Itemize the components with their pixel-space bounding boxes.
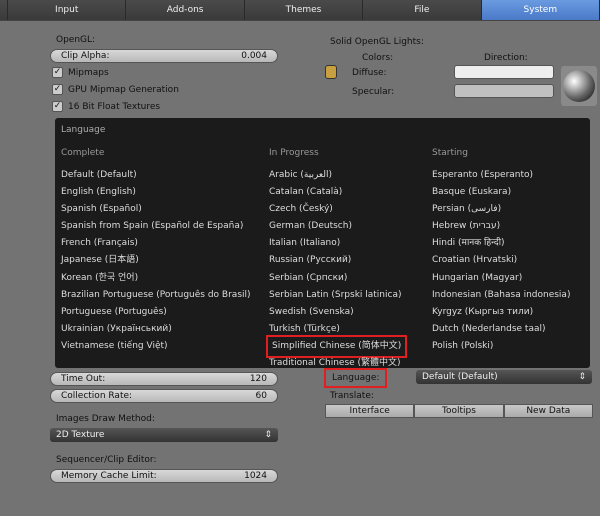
language-option[interactable]: Spanish from Spain (Español de España): [61, 218, 251, 235]
language-option[interactable]: Portuguese (Português): [61, 304, 251, 321]
language-option[interactable]: Kyrgyz (Кыргыз тили): [432, 304, 570, 321]
language-dropdown-menu: Language Complete Default (Default) Engli…: [55, 118, 590, 368]
language-option[interactable]: Brazilian Portuguese (Português do Brasi…: [61, 287, 251, 304]
interface-button[interactable]: Interface: [325, 404, 415, 418]
language-option[interactable]: Basque (Euskara): [432, 184, 570, 201]
images-draw-select[interactable]: 2D Texture ⇕: [50, 428, 278, 442]
specular-color-swatch[interactable]: [454, 84, 554, 98]
language-option[interactable]: English (English): [61, 184, 251, 201]
sequencer-label: Sequencer/Clip Editor:: [56, 455, 157, 465]
language-option[interactable]: Hindi (मानक हिन्दी): [432, 235, 570, 252]
new-data-button[interactable]: New Data: [503, 404, 593, 418]
language-option[interactable]: Simplified Chinese (简体中文): [265, 334, 408, 359]
clip-alpha-value: 0.004: [241, 51, 267, 61]
language-option[interactable]: Hungarian (Magyar): [432, 270, 570, 287]
checkbox-label: Mipmaps: [68, 67, 109, 78]
tab-input[interactable]: Input: [8, 0, 127, 20]
tab-addons[interactable]: Add-ons: [126, 0, 245, 20]
language-option[interactable]: Catalan (Català): [269, 184, 404, 201]
translate-buttons: Interface Tooltips New Data: [325, 404, 593, 418]
language-option[interactable]: Vietnamese (tiếng Việt): [61, 338, 251, 355]
diffuse-label: Diffuse:: [352, 68, 387, 78]
language-option[interactable]: Serbian Latin (Srpski latinica): [269, 287, 404, 304]
language-option[interactable]: Korean (한국 언어): [61, 270, 251, 287]
updown-icon: ⇕: [578, 372, 586, 382]
language-option[interactable]: Default (Default): [61, 167, 251, 184]
select-value: 2D Texture: [56, 430, 105, 440]
language-option[interactable]: Croatian (Hrvatski): [432, 252, 570, 269]
float-textures-checkbox[interactable]: ✓ 16 Bit Float Textures: [52, 101, 160, 112]
in-progress-column: In Progress Arabic (العربية) Catalan (Cat…: [265, 148, 408, 372]
complete-column: Complete Default (Default) English (Engli…: [61, 148, 251, 355]
diffuse-color-swatch[interactable]: [454, 65, 554, 79]
column-header: In Progress: [269, 148, 319, 158]
language-option[interactable]: Ukrainian (Український): [61, 321, 251, 338]
direction-label: Direction:: [484, 53, 528, 63]
opengl-label: OpenGL:: [56, 35, 96, 45]
language-option[interactable]: Spanish (Español): [61, 201, 251, 218]
language-label: Language:: [324, 368, 388, 388]
light-bulb-icon[interactable]: [325, 65, 337, 79]
language-option[interactable]: French (Français): [61, 235, 251, 252]
language-option[interactable]: Russian (Русский): [269, 252, 404, 269]
starting-column: Starting Esperanto (Esperanto) Basque (Eu…: [432, 148, 570, 355]
language-option[interactable]: Italian (Italiano): [269, 235, 404, 252]
language-option[interactable]: Turkish (Türkçe): [269, 321, 404, 338]
field-value: 60: [255, 391, 267, 401]
language-option[interactable]: Persian (فارسی): [432, 201, 570, 218]
menu-title: Language: [61, 125, 106, 135]
updown-icon: ⇕: [264, 430, 272, 440]
language-option[interactable]: Dutch (Nederlandse taal): [432, 321, 570, 338]
language-option[interactable]: German (Deutsch): [269, 218, 404, 235]
images-draw-label: Images Draw Method:: [56, 414, 155, 424]
language-select[interactable]: Default (Default) ⇕: [416, 370, 592, 384]
check-icon: ✓: [52, 101, 63, 112]
tab-themes[interactable]: Themes: [244, 0, 364, 20]
field-label: Time Out:: [61, 374, 106, 384]
column-header: Starting: [432, 148, 468, 158]
memory-cache-field[interactable]: Memory Cache Limit: 1024: [50, 469, 278, 483]
field-label: Collection Rate:: [61, 391, 133, 401]
field-value: 1024: [244, 471, 267, 481]
field-value: 120: [249, 374, 267, 384]
language-option[interactable]: Polish (Polski): [432, 338, 570, 355]
select-value: Default (Default): [422, 372, 498, 382]
language-option[interactable]: Czech (Český): [269, 201, 404, 218]
colors-label: Colors:: [362, 53, 394, 63]
language-option[interactable]: Japanese (日本語): [61, 252, 251, 269]
specular-label: Specular:: [352, 87, 395, 97]
translate-label: Translate:: [330, 391, 374, 401]
language-option[interactable]: Serbian (Српски): [269, 270, 404, 287]
clip-alpha-field[interactable]: Clip Alpha: 0.004: [50, 49, 278, 63]
language-option[interactable]: Swedish (Svenska): [269, 304, 404, 321]
tab-system[interactable]: System: [481, 0, 600, 20]
column-header: Complete: [61, 148, 105, 158]
language-option[interactable]: Hebrew (עברית): [432, 218, 570, 235]
tab-bar: Input Add-ons Themes File System: [0, 0, 600, 21]
timeout-field[interactable]: Time Out: 120: [50, 372, 278, 386]
checkbox-label: GPU Mipmap Generation: [68, 84, 179, 95]
check-icon: ✓: [52, 84, 63, 95]
mipmaps-checkbox[interactable]: ✓ Mipmaps: [52, 67, 109, 78]
check-icon: ✓: [52, 67, 63, 78]
language-option[interactable]: Esperanto (Esperanto): [432, 167, 570, 184]
checkbox-label: 16 Bit Float Textures: [68, 101, 161, 112]
collection-rate-field[interactable]: Collection Rate: 60: [50, 389, 278, 403]
field-label: Memory Cache Limit:: [61, 471, 157, 481]
tooltips-button[interactable]: Tooltips: [414, 404, 504, 418]
tab-file[interactable]: File: [363, 0, 482, 20]
lights-label: Solid OpenGL Lights:: [330, 37, 424, 47]
tab-partial[interactable]: [0, 0, 8, 20]
language-option[interactable]: Indonesian (Bahasa indonesia): [432, 287, 570, 304]
gpu-mipmap-checkbox[interactable]: ✓ GPU Mipmap Generation: [52, 84, 179, 95]
light-direction-sphere[interactable]: [561, 66, 597, 106]
language-option[interactable]: Arabic (العربية): [269, 167, 404, 184]
clip-alpha-label: Clip Alpha:: [61, 51, 110, 61]
